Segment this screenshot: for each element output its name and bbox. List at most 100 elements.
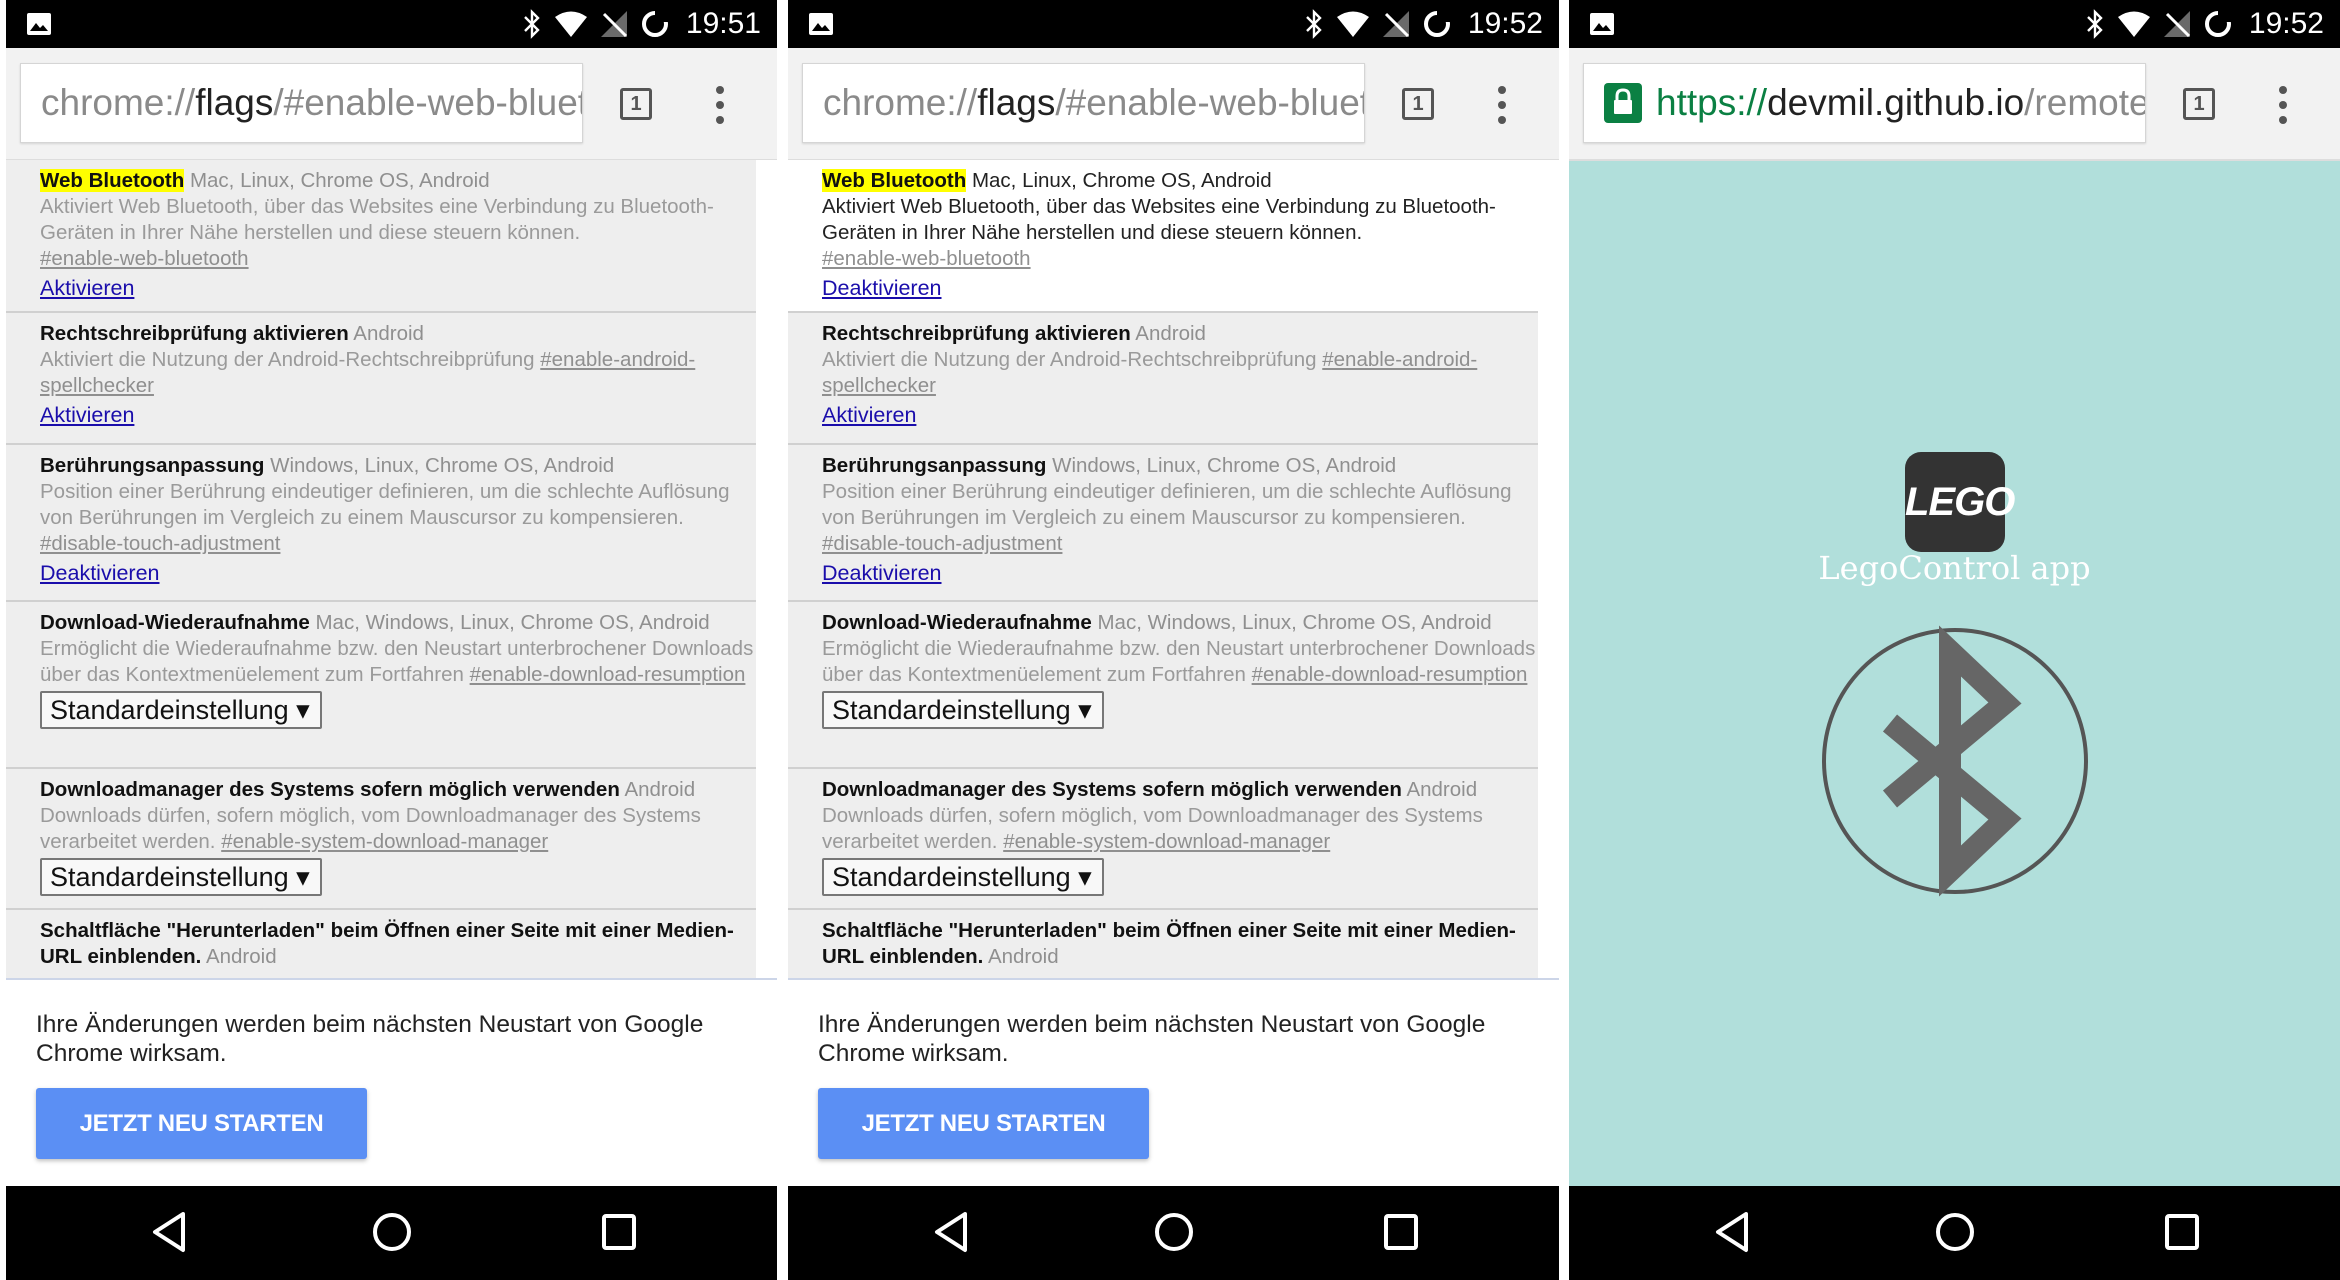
flags-page: Web Bluetooth Mac, Linux, Chrome OS, And…: [6, 160, 777, 978]
flag-anchor-link[interactable]: #disable-touch-adjustment: [822, 532, 1062, 555]
flag-spellchecker: Rechtschreibprüfung aktivieren Android A…: [788, 313, 1538, 445]
back-icon[interactable]: [149, 1210, 191, 1254]
home-icon[interactable]: [370, 1210, 414, 1254]
flag-anchor-link[interactable]: #enable-web-bluetooth: [822, 247, 1031, 270]
restart-now-button[interactable]: JETZT NEU STARTEN: [36, 1088, 367, 1159]
wifi-icon: [2117, 11, 2150, 37]
restart-notice: Ihre Änderungen werden beim nächsten Neu…: [788, 978, 1559, 1186]
home-icon[interactable]: [1152, 1210, 1196, 1254]
flag-enable-link[interactable]: Aktivieren: [40, 402, 756, 428]
status-bar: 19:51: [6, 0, 777, 48]
url-scheme: chrome://: [823, 82, 978, 123]
url-bar[interactable]: chrome://flags/#enable-web-blueto: [20, 63, 583, 143]
overflow-menu-icon[interactable]: [714, 84, 726, 126]
flag-touch-adjustment: Berührungsanpassung Windows, Linux, Chro…: [788, 445, 1538, 602]
recents-icon[interactable]: [599, 1210, 639, 1254]
url-text[interactable]: https://devmil.github.io/remote: [1656, 82, 2146, 124]
flag-download-button-media: Schaltfläche "Herunterladen" beim Öffnen…: [788, 910, 1538, 978]
flag-anchor-link[interactable]: #enable-system-download-manager: [221, 830, 548, 853]
flag-platforms: Android: [1135, 322, 1206, 345]
back-icon[interactable]: [931, 1210, 973, 1254]
flag-enable-link[interactable]: Aktivieren: [822, 402, 1538, 428]
no-signal-icon: [2163, 11, 2190, 38]
url-host: devmil.github.io: [1767, 82, 2025, 123]
tab-switcher-button[interactable]: 1: [2183, 88, 2215, 120]
sync-icon: [2204, 11, 2232, 37]
flag-platforms: Mac, Windows, Linux, Chrome OS, Android: [1097, 611, 1492, 634]
flag-name: Download-Wiederaufnahme: [822, 611, 1092, 634]
toolbar: https://devmil.github.io/remote 1: [1569, 48, 2340, 161]
bluetooth-connect-button[interactable]: [1822, 623, 2088, 899]
bluetooth-status-icon: [524, 9, 540, 39]
flag-name: Downloadmanager des Systems sofern mögli…: [822, 778, 1402, 801]
url-text[interactable]: chrome://flags/#enable-web-blueto: [823, 82, 1365, 124]
flag-disable-link[interactable]: Deaktivieren: [822, 275, 1538, 301]
flag-anchor-link[interactable]: #enable-download-resumption: [1252, 663, 1528, 686]
flag-list: Web Bluetooth Mac, Linux, Chrome OS, And…: [788, 160, 1538, 978]
flag-platforms: Mac, Windows, Linux, Chrome OS, Android: [315, 611, 710, 634]
secure-lock-icon: [1604, 83, 1642, 123]
recents-icon[interactable]: [1381, 1210, 1421, 1254]
flag-name: Downloadmanager des Systems sofern mögli…: [40, 778, 620, 801]
url-path: /remote: [2024, 82, 2146, 123]
flag-anchor-link[interactable]: #enable-web-bluetooth: [40, 247, 249, 270]
url-host: flags: [977, 82, 1056, 123]
url-bar[interactable]: chrome://flags/#enable-web-blueto: [802, 63, 1365, 143]
flag-name: Berührungsanpassung: [40, 454, 265, 477]
url-bar[interactable]: https://devmil.github.io/remote: [1583, 63, 2146, 143]
status-time: 19:51: [685, 7, 761, 40]
flag-spellchecker: Rechtschreibprüfung aktivieren Android A…: [6, 313, 756, 445]
flag-description: Position einer Berührung eindeutiger def…: [822, 480, 1512, 529]
flag-state-select[interactable]: Standardeinstellung ▾: [40, 691, 322, 729]
tab-switcher-button[interactable]: 1: [1402, 88, 1434, 120]
status-bar: 19:52: [788, 0, 1559, 48]
flag-state-select[interactable]: Standardeinstellung ▾: [822, 858, 1104, 896]
flag-name: Rechtschreibprüfung aktivieren: [40, 322, 349, 345]
flag-name: Rechtschreibprüfung aktivieren: [822, 322, 1131, 345]
flag-name: Download-Wiederaufnahme: [40, 611, 310, 634]
flag-name: Web Bluetooth: [822, 169, 967, 192]
flag-disable-link[interactable]: Deaktivieren: [822, 560, 1538, 586]
toolbar: chrome://flags/#enable-web-blueto 1: [6, 48, 777, 161]
back-icon[interactable]: [1712, 1210, 1754, 1254]
flag-state-select[interactable]: Standardeinstellung ▾: [822, 691, 1104, 729]
overflow-menu-icon[interactable]: [1496, 84, 1508, 126]
url-path: /#enable-web-blueto: [1055, 82, 1365, 123]
flag-web-bluetooth: Web Bluetooth Mac, Linux, Chrome OS, And…: [6, 160, 756, 313]
status-time: 19:52: [1467, 7, 1543, 40]
notice-text: Ihre Änderungen werden beim nächsten Neu…: [36, 1011, 704, 1067]
recents-icon[interactable]: [2162, 1210, 2202, 1254]
flag-list: Web Bluetooth Mac, Linux, Chrome OS, And…: [6, 160, 756, 978]
wifi-icon: [1336, 11, 1369, 37]
restart-now-button[interactable]: JETZT NEU STARTEN: [818, 1088, 1149, 1159]
flag-disable-link[interactable]: Deaktivieren: [40, 560, 756, 586]
bluetooth-icon: [1882, 625, 2022, 897]
flag-platforms: Android: [624, 778, 696, 801]
flag-anchor-link[interactable]: #enable-download-resumption: [470, 663, 746, 686]
phone-screen-1: 19:51 chrome://flags/#enable-web-blueto …: [6, 0, 777, 1280]
url-scheme: chrome://: [41, 82, 196, 123]
overflow-menu-icon[interactable]: [2277, 84, 2289, 126]
notice-text: Ihre Änderungen werden beim nächsten Neu…: [818, 1011, 1486, 1067]
flag-name: Schaltfläche "Herunterladen" beim Öffnen…: [822, 919, 1516, 968]
flag-download-button-media: Schaltfläche "Herunterladen" beim Öffnen…: [6, 910, 756, 978]
no-signal-icon: [600, 11, 627, 38]
navigation-bar: [1569, 1186, 2340, 1280]
flag-anchor-link[interactable]: #enable-system-download-manager: [1003, 830, 1330, 853]
phone-screen-3: 19:52 https://devmil.github.io/remote 1 …: [1569, 0, 2340, 1280]
tab-switcher-button[interactable]: 1: [620, 88, 652, 120]
url-text[interactable]: chrome://flags/#enable-web-blueto: [41, 82, 583, 124]
home-icon[interactable]: [1933, 1210, 1977, 1254]
flag-enable-link[interactable]: Aktivieren: [40, 275, 756, 301]
status-time: 19:52: [2248, 7, 2324, 40]
flag-description: Aktiviert die Nutzung der Android-Rechts…: [40, 348, 535, 371]
flag-platforms: Windows, Linux, Chrome OS, Android: [270, 454, 615, 477]
url-path: /#enable-web-blueto: [273, 82, 583, 123]
flag-platforms: Windows, Linux, Chrome OS, Android: [1052, 454, 1397, 477]
status-bar: 19:52: [1569, 0, 2340, 48]
url-host: flags: [195, 82, 274, 123]
sync-icon: [641, 11, 669, 37]
flag-anchor-link[interactable]: #disable-touch-adjustment: [40, 532, 280, 555]
flag-platforms: Android: [353, 322, 424, 345]
flag-state-select[interactable]: Standardeinstellung ▾: [40, 858, 322, 896]
